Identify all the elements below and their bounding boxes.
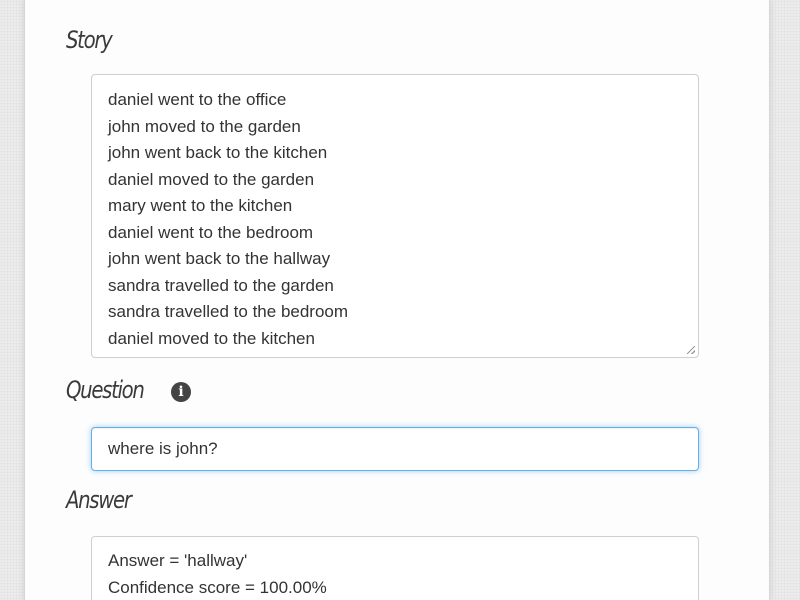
story-label: Story [66,26,113,54]
story-line: daniel went to the office [108,90,287,109]
resize-handle[interactable] [687,346,695,354]
story-line: mary went to the kitchen [108,196,293,215]
question-input[interactable] [91,427,699,471]
question-label: Question [66,376,145,404]
confidence-score: Confidence score = 100.00% [108,578,327,597]
answer-output: Answer = 'hallway' Confidence score = 10… [91,536,699,600]
story-line: sandra travelled to the bedroom [108,302,349,321]
answer-label: Answer [66,486,132,514]
story-textarea[interactable]: daniel went to the office john moved to … [91,74,699,358]
story-line: john moved to the garden [108,116,301,136]
info-icon[interactable]: i [171,382,191,402]
answer-result: Answer = 'hallway' [108,551,248,570]
story-line: daniel went to the bedroom [108,222,314,242]
story-line: john went back to the hallway [108,249,331,268]
story-line: sandra travelled to the garden [108,275,334,295]
story-line: daniel moved to the garden [108,169,315,189]
story-line: daniel moved to the kitchen [108,328,315,348]
story-line: john went back to the kitchen [108,143,328,162]
